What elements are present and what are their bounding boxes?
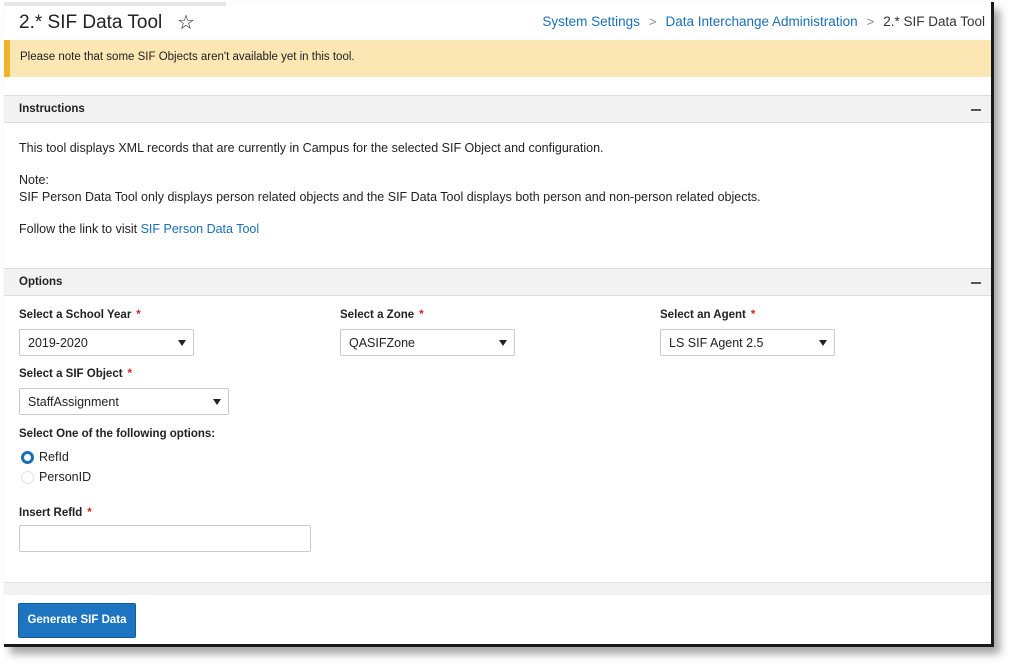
- radio-group-label: Select One of the following options:: [19, 428, 216, 440]
- breadcrumb: System Settings > Data Interchange Admin…: [542, 14, 985, 29]
- instructions-body: This tool displays XML records that are …: [19, 140, 761, 253]
- school-year-value: 2019-2020: [28, 336, 88, 350]
- required-marker: *: [127, 368, 133, 380]
- zone-label: Select a Zone *: [340, 309, 424, 321]
- chevron-right-icon: >: [648, 14, 657, 29]
- caret-down-icon: [178, 340, 186, 346]
- insert-refid-label: Insert RefId *: [19, 507, 92, 519]
- options-heading: Options: [19, 276, 63, 288]
- required-marker: *: [136, 309, 141, 321]
- caret-down-icon: [213, 399, 221, 405]
- radio-personid-label: PersonID: [39, 470, 92, 484]
- instructions-line: This tool displays XML records that are …: [19, 141, 604, 155]
- breadcrumb-system-settings[interactable]: System Settings: [542, 14, 640, 29]
- caret-down-icon: [819, 340, 827, 346]
- footer-divider: [4, 582, 991, 595]
- required-marker: *: [750, 309, 756, 321]
- zone-value: QASIFZone: [349, 336, 415, 350]
- radio-personid[interactable]: PersonID: [21, 470, 91, 484]
- insert-refid-label-text: Insert RefId: [19, 507, 83, 519]
- refid-input[interactable]: [19, 525, 311, 552]
- collapse-icon[interactable]: [971, 109, 981, 111]
- agent-value: LS SIF Agent 2.5: [669, 336, 764, 350]
- sif-object-label: Select a SIF Object *: [19, 368, 132, 380]
- required-marker: *: [419, 309, 424, 321]
- note-text: SIF Person Data Tool only displays perso…: [19, 190, 761, 204]
- instructions-heading: Instructions: [19, 103, 85, 115]
- instructions-note: Note: SIF Person Data Tool only displays…: [19, 172, 761, 206]
- school-year-label: Select a School Year *: [19, 309, 141, 321]
- sif-object-select[interactable]: StaffAssignment: [19, 388, 229, 415]
- chevron-right-icon: >: [866, 14, 875, 29]
- radio-selected-icon[interactable]: [21, 450, 34, 464]
- follow-line: Follow the link to visit SIF Person Data…: [19, 221, 761, 238]
- radio-refid-label: RefId: [39, 450, 69, 464]
- radio-unselected-icon[interactable]: [21, 470, 34, 484]
- page-header: 2.* SIF Data Tool ☆ System Settings > Da…: [4, 6, 991, 40]
- sif-object-value: StaffAssignment: [28, 395, 119, 409]
- breadcrumb-current: 2.* SIF Data Tool: [883, 14, 985, 29]
- options-header[interactable]: Options: [4, 268, 991, 296]
- instructions-header[interactable]: Instructions: [4, 95, 991, 123]
- required-marker: *: [87, 507, 92, 519]
- breadcrumb-data-interchange[interactable]: Data Interchange Administration: [665, 14, 857, 29]
- note-label: Note:: [19, 173, 49, 187]
- page-title: 2.* SIF Data Tool: [19, 12, 163, 33]
- notice-banner: Please note that some SIF Objects aren't…: [4, 40, 991, 77]
- school-year-label-text: Select a School Year: [19, 309, 132, 321]
- agent-select[interactable]: LS SIF Agent 2.5: [660, 329, 835, 356]
- caret-down-icon: [499, 340, 507, 346]
- sif-object-label-text: Select a SIF Object: [19, 368, 123, 380]
- favorite-star-icon[interactable]: ☆: [177, 10, 195, 35]
- agent-label: Select an Agent *: [660, 309, 755, 321]
- zone-select[interactable]: QASIFZone: [340, 329, 515, 356]
- collapse-icon[interactable]: [971, 282, 981, 284]
- agent-label-text: Select an Agent: [660, 309, 746, 321]
- school-year-select[interactable]: 2019-2020: [19, 329, 194, 356]
- sif-person-data-tool-link[interactable]: SIF Person Data Tool: [141, 222, 260, 236]
- app-frame: 2.* SIF Data Tool ☆ System Settings > Da…: [4, 2, 994, 647]
- zone-label-text: Select a Zone: [340, 309, 415, 321]
- follow-text: Follow the link to visit: [19, 222, 141, 236]
- generate-sif-data-button[interactable]: Generate SIF Data: [18, 603, 136, 638]
- radio-refid[interactable]: RefId: [21, 450, 69, 464]
